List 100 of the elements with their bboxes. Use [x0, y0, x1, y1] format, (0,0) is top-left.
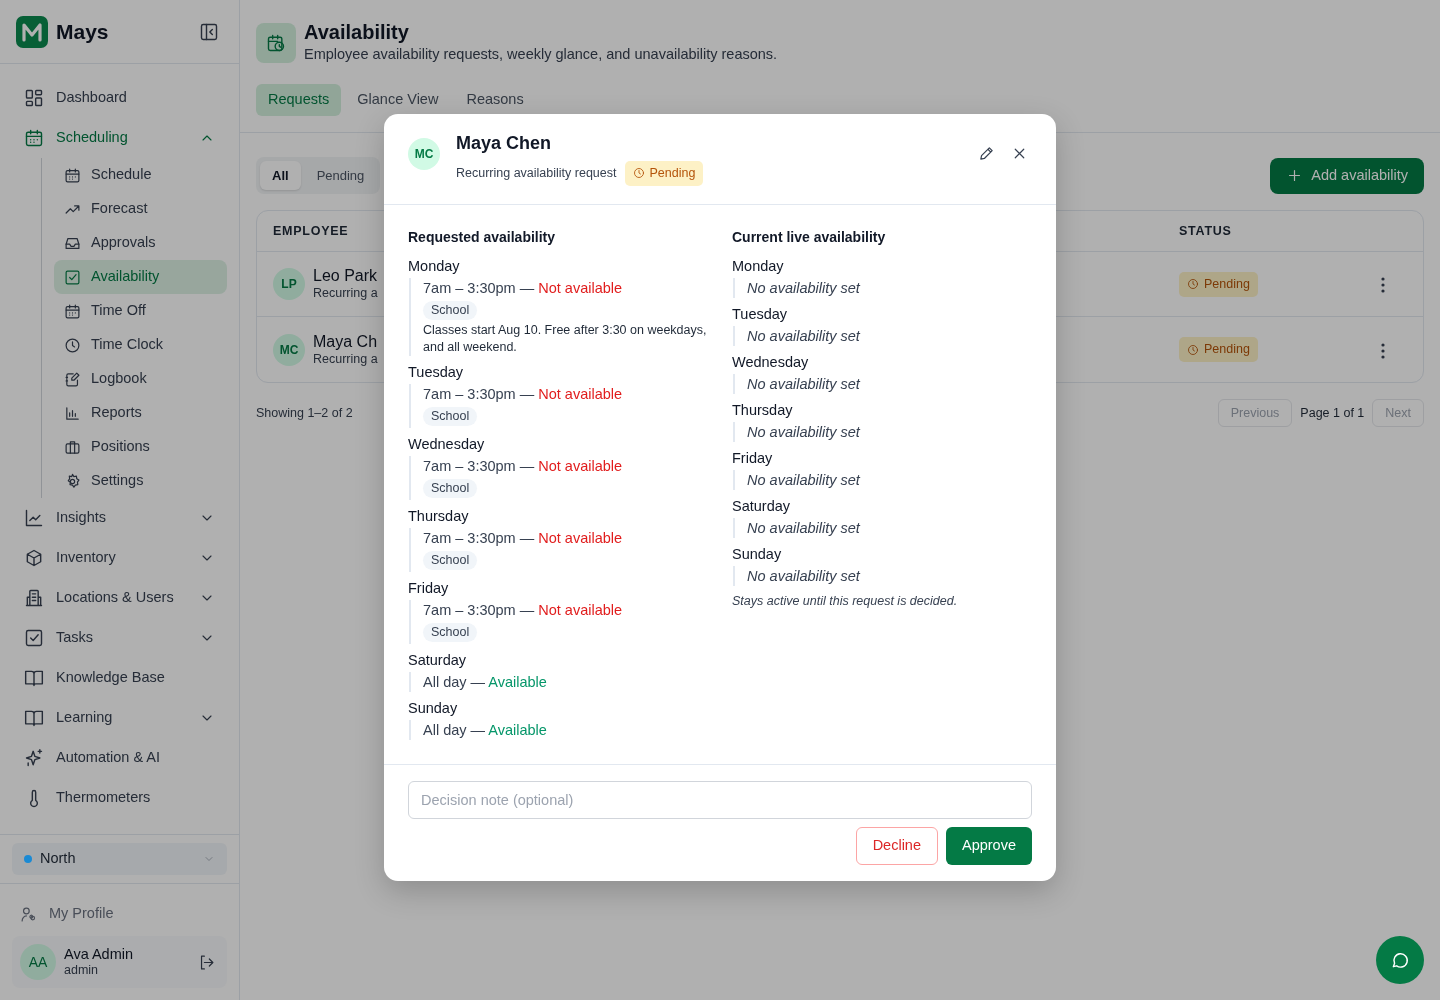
panel-icon	[199, 22, 219, 43]
reason-tag: School	[423, 406, 478, 426]
availability-entry: 7am – 3:30pm — Not available	[423, 456, 624, 476]
nav-item[interactable]: Tasks	[12, 618, 227, 658]
tab[interactable]: Reasons	[454, 83, 536, 116]
box-icon	[24, 548, 44, 568]
column-header: STATUS	[1179, 222, 1233, 240]
modal-title: Maya Chen	[456, 132, 553, 155]
nav-subitem[interactable]: Time Off	[54, 294, 227, 328]
nav-item[interactable]: Dashboard	[12, 78, 227, 118]
availability-entry: 7am – 3:30pm — Not available	[423, 600, 624, 620]
profile-link[interactable]: My Profile	[12, 896, 227, 932]
availability-entry: 7am – 3:30pm — Not available	[423, 384, 624, 404]
decision-note-field[interactable]: Decision note (optional)	[408, 780, 1032, 819]
brand-name: Mays	[56, 18, 109, 45]
calendar-icon	[24, 128, 44, 148]
nav-item[interactable]: Scheduling	[12, 118, 227, 158]
kebab-icon	[1381, 277, 1385, 294]
add-availability-button[interactable]: Add availability	[1270, 157, 1424, 194]
briefcase-icon	[64, 438, 81, 456]
nav-subitem[interactable]: Schedule	[54, 158, 227, 192]
nav-subitem[interactable]: Forecast	[54, 192, 227, 226]
filter-tab[interactable]: Pending	[304, 160, 377, 191]
page-subtitle: Employee availability requests, weekly glance, and unavailability reasons.	[304, 45, 778, 64]
nav-item[interactable]: Knowledge Base	[12, 658, 227, 698]
chat-bubble-icon	[1390, 950, 1410, 970]
logo-icon	[16, 15, 48, 48]
availability-entry: No availability set	[747, 278, 862, 298]
nav-subitem[interactable]: Approvals	[54, 226, 227, 260]
reason-tag: School	[423, 622, 478, 642]
user-icon	[20, 905, 37, 923]
page-title: Availability	[304, 20, 410, 44]
tab[interactable]: Requests	[256, 83, 342, 116]
checkbox-icon	[24, 628, 44, 648]
day-label: Sunday	[732, 544, 783, 564]
bar-chart-icon	[64, 404, 81, 422]
notebook-icon	[64, 370, 81, 388]
nav-subitem[interactable]: Time Clock	[54, 328, 227, 362]
nav-subitem[interactable]: Settings	[54, 464, 227, 498]
avatar: MC	[273, 333, 305, 366]
logout-icon	[198, 954, 215, 972]
availability-entry: No availability set	[747, 374, 862, 394]
nav-item[interactable]: Insights	[12, 498, 227, 538]
request-type: Recurring availability request	[456, 165, 617, 182]
nav-subitem[interactable]: Availability	[54, 260, 227, 294]
nav-item[interactable]: Thermometers	[12, 778, 227, 818]
status-badge: Pending	[1179, 337, 1258, 363]
employee-name: Leo Park	[313, 266, 378, 287]
availability-entry: No availability set	[747, 518, 862, 538]
location-select[interactable]: North	[12, 843, 227, 875]
reason-tag: School	[423, 550, 478, 570]
day-label: Tuesday	[408, 362, 465, 382]
day-label: Saturday	[408, 650, 468, 670]
chat-button[interactable]	[1376, 936, 1424, 984]
avatar: AA	[20, 944, 56, 980]
day-label: Saturday	[732, 496, 792, 516]
page-indicator: Page 1 of 1	[1300, 404, 1365, 422]
availability-entry: 7am – 3:30pm — Not available	[423, 528, 624, 548]
employee-name: Maya Ch	[313, 331, 378, 352]
calendar-icon	[64, 302, 81, 320]
avatar: LP	[273, 268, 305, 301]
dashboard-icon	[24, 88, 44, 108]
day-label: Monday	[732, 256, 785, 276]
calendar-icon	[64, 166, 81, 184]
nav-item[interactable]: Inventory	[12, 538, 227, 578]
status-badge: Pending	[624, 161, 704, 186]
kebab-icon	[1381, 342, 1385, 359]
availability-entry: All day — Available	[423, 720, 548, 740]
approve-button[interactable]: Approve	[946, 826, 1032, 865]
tab[interactable]: Glance View	[345, 83, 451, 116]
availability-entry: All day — Available	[423, 672, 548, 692]
nav-item[interactable]: Automation & AI	[12, 738, 227, 778]
day-label: Sunday	[408, 698, 459, 718]
request-type: Recurring a	[313, 351, 378, 368]
request-type: Recurring a	[313, 286, 378, 303]
nav-subitem[interactable]: Reports	[54, 396, 227, 430]
column-header: EMPLOYEE	[273, 223, 349, 238]
building-icon	[24, 588, 44, 608]
day-label: Wednesday	[732, 352, 810, 372]
day-label: Thursday	[732, 400, 794, 420]
nav-subitem[interactable]: Positions	[54, 430, 227, 464]
nav-item[interactable]: Locations & Users	[12, 578, 227, 618]
user-name: Ava Admin	[64, 945, 134, 964]
reason-tag: School	[423, 300, 478, 320]
book-icon	[24, 708, 44, 728]
nav-item[interactable]: Learning	[12, 698, 227, 738]
filter-tab[interactable]: All	[260, 160, 301, 191]
day-label: Monday	[408, 256, 461, 276]
availability-entry: No availability set	[747, 470, 862, 490]
reason-tag: School	[423, 478, 478, 498]
avatar: MC	[408, 138, 440, 170]
pencil-icon	[978, 144, 995, 162]
day-label: Thursday	[408, 506, 470, 526]
status-badge: Pending	[1179, 271, 1258, 297]
decline-button[interactable]: Decline	[855, 826, 938, 865]
user-role: admin	[64, 963, 100, 979]
sparkle-icon	[24, 748, 44, 768]
nav-subitem[interactable]: Logbook	[54, 362, 227, 396]
section-title: Requested availability	[408, 227, 557, 247]
availability-entry: 7am – 3:30pm — Not available	[423, 278, 624, 298]
